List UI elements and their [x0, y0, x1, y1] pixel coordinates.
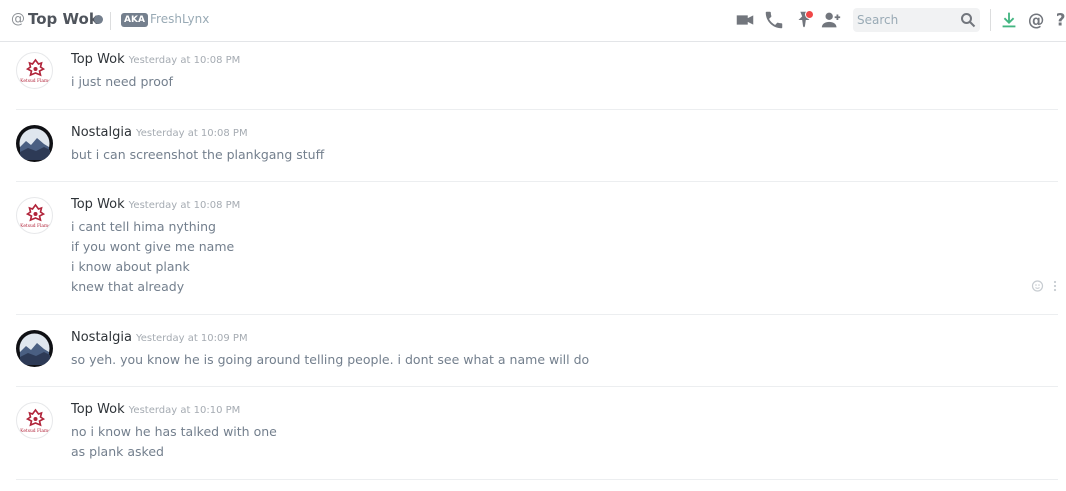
search-icon[interactable]: [960, 12, 976, 28]
message-timestamp: Yesterday at 10:10 PM: [128, 405, 241, 416]
message-divider: [16, 386, 1058, 387]
avatar[interactable]: [16, 330, 53, 367]
message-text: so yeh. you know he is going around tell…: [71, 352, 590, 367]
message-timestamp: Yesterday at 10:08 PM: [128, 55, 241, 66]
channel-header: @ Top Wok AKA FreshLynx @ ?: [0, 0, 1066, 42]
message-author[interactable]: Top Wok: [71, 402, 125, 417]
message-author[interactable]: Nostalgia: [71, 330, 132, 345]
download-icon[interactable]: [998, 9, 1020, 31]
search-input[interactable]: [857, 11, 953, 29]
message-author[interactable]: Top Wok: [71, 197, 125, 212]
toolbar-divider: [990, 9, 991, 31]
message-divider: [16, 109, 1058, 110]
message-group: Ketsud Flame Top Wok Yesterday at 10:08 P…: [16, 52, 1058, 97]
help-icon[interactable]: ?: [1054, 9, 1066, 31]
message-divider: [16, 314, 1058, 315]
message-text: as plank asked: [71, 444, 164, 459]
svg-text:?: ?: [1056, 11, 1066, 30]
message-text: but i can screenshot the plankgang stuff: [71, 147, 325, 162]
at-symbol-icon: @: [11, 11, 25, 27]
message-timestamp: Yesterday at 10:09 PM: [135, 333, 248, 344]
aka-badge: AKA: [121, 13, 148, 27]
svg-text:Ketsud Flame: Ketsud Flame: [20, 79, 51, 84]
add-reaction-icon[interactable]: [1031, 278, 1045, 297]
video-call-icon[interactable]: [734, 9, 756, 31]
message-timestamp: Yesterday at 10:08 PM: [135, 128, 248, 139]
avatar[interactable]: [16, 125, 53, 162]
pinned-messages-icon[interactable]: [793, 9, 815, 31]
message-timestamp: Yesterday at 10:08 PM: [128, 200, 241, 211]
message-divider: [16, 181, 1058, 182]
message-text: i just need proof: [71, 74, 173, 89]
alias-name: FreshLynx: [150, 12, 210, 26]
mentions-icon[interactable]: @: [1026, 9, 1048, 31]
message-text: i cant tell hima nything: [71, 219, 216, 234]
message-text: no i know he has talked with one: [71, 424, 277, 439]
dm-title: Top Wok: [28, 10, 99, 28]
header-divider: [110, 12, 111, 30]
message-author[interactable]: Top Wok: [71, 52, 125, 67]
avatar[interactable]: Ketsud Flame: [16, 197, 53, 234]
message-text: knew that already: [71, 279, 185, 294]
more-options-icon[interactable]: [1052, 278, 1058, 297]
avatar[interactable]: Ketsud Flame: [16, 52, 53, 89]
message-group: Ketsud Flame Top Wok Yesterday at 10:08 P…: [16, 197, 1058, 307]
avatar[interactable]: Ketsud Flame: [16, 402, 53, 439]
status-offline-icon: [94, 15, 103, 24]
message-group: Ketsud Flame Top Wok Yesterday at 10:10 P…: [16, 402, 1058, 472]
add-friend-icon[interactable]: [820, 9, 842, 31]
svg-text:Ketsud Flame: Ketsud Flame: [20, 429, 51, 434]
notification-dot: [805, 10, 814, 19]
search-bar[interactable]: [853, 8, 980, 32]
message-author[interactable]: Nostalgia: [71, 125, 132, 140]
message-group: Nostalgia Yesterday at 10:09 PM so yeh. y…: [16, 330, 1058, 375]
message-divider: [16, 479, 1058, 480]
svg-text:@: @: [1028, 11, 1045, 30]
message-text: if you wont give me name: [71, 239, 235, 254]
svg-text:Ketsud Flame: Ketsud Flame: [20, 224, 51, 229]
voice-call-icon[interactable]: [763, 9, 785, 31]
message-group: Nostalgia Yesterday at 10:08 PM but i can…: [16, 125, 1058, 170]
message-text: i know about plank: [71, 259, 190, 274]
